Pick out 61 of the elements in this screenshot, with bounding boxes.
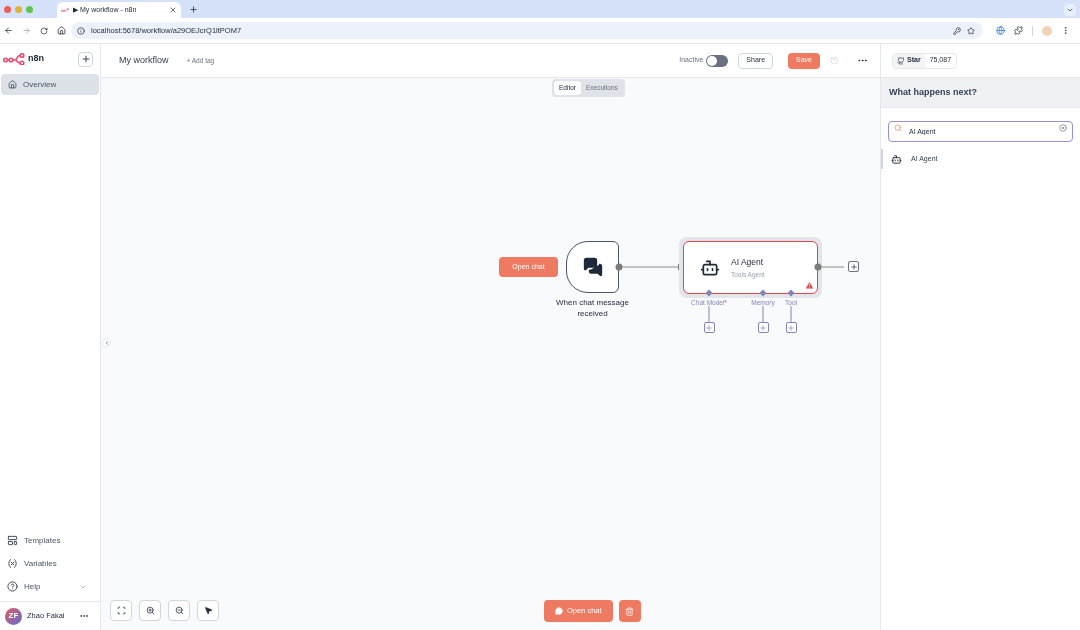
search-icon [894,123,902,132]
trash-icon [625,606,635,616]
home-icon[interactable] [57,26,66,35]
bookmark-star-icon[interactable] [967,26,975,35]
logo-icon [3,53,25,65]
node-label: When chat message received [555,297,630,319]
home-icon [8,80,17,89]
zoom-out-button[interactable] [168,600,190,621]
node-title: AI Agent [731,255,765,269]
chat-bubble-icon [555,607,563,615]
templates-icon [7,535,18,546]
variables-icon [7,558,18,569]
plus-icon [80,54,91,64]
favicon-icon [61,7,69,13]
warning-icon [805,281,814,290]
brand-name: n8n [28,52,45,66]
add-input-button[interactable] [785,322,797,333]
pointer-tool-button[interactable] [197,600,219,621]
help-icon [7,581,18,592]
chat-trigger-node[interactable] [566,241,619,293]
info-icon [77,26,85,35]
zoom-in-icon [145,606,155,615]
add-input-button[interactable] [703,322,715,333]
sidebar-item[interactable]: Help [0,575,100,598]
new-tab-icon[interactable] [189,5,198,14]
output-connector [814,263,844,271]
sidebar-item[interactable]: Templates [0,529,100,552]
extensions-icon[interactable] [1014,26,1023,35]
add-node-button[interactable] [848,261,859,272]
chevron-down-icon [1066,6,1074,14]
zoom-in-button[interactable] [139,600,161,621]
pointer-icon [203,606,213,615]
robot-icon [891,153,902,165]
github-icon [897,56,905,65]
fit-view-icon [116,606,126,615]
plus-icon [787,323,795,332]
delete-button[interactable] [618,600,641,622]
sidebar-item[interactable]: Variables [0,552,100,575]
zoom-out-icon [174,606,184,615]
active-toggle[interactable] [706,54,729,67]
menu-icon[interactable] [1061,26,1070,35]
workflow-title[interactable]: My workflow [119,53,169,68]
tab-menu-button[interactable] [1064,4,1076,16]
fit-view-button[interactable] [110,600,132,621]
plus-icon [759,323,767,332]
sidebar-item[interactable]: Overview [1,74,99,95]
clear-icon[interactable] [1059,123,1067,132]
chevron-left-icon [103,339,110,346]
close-icon[interactable] [169,6,177,14]
input-connector [787,289,795,322]
add-button[interactable] [78,51,93,67]
key-icon[interactable] [953,26,961,35]
panel-title: What happens next? [889,85,977,99]
add-input-button[interactable] [757,322,769,333]
plus-icon [849,262,858,271]
user-avatar: ZF [5,607,22,625]
chat-icon [582,257,603,277]
close-window-icon[interactable] [4,5,11,13]
reload-icon[interactable] [40,26,48,35]
back-icon[interactable] [4,26,13,35]
plus-icon [705,323,713,332]
